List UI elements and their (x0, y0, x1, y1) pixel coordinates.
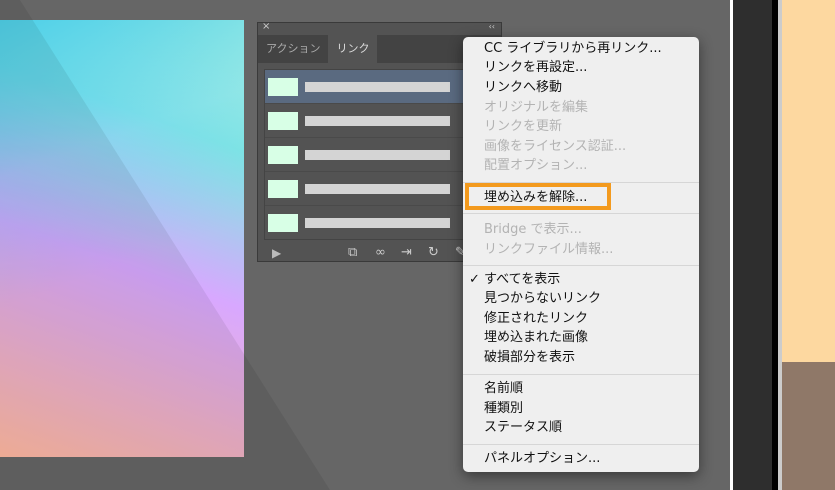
close-icon[interactable]: × (262, 21, 270, 32)
background-peach (782, 0, 835, 362)
menu-item[interactable]: リンクを再設定... (484, 58, 587, 78)
link-name (305, 217, 450, 228)
link-thumbnail (268, 111, 298, 130)
menu-item: オリジナルを編集 (484, 100, 589, 115)
menu-item[interactable]: パネルオプション... (484, 449, 600, 469)
link-name (305, 183, 450, 194)
menu-item[interactable]: CC ライブラリから再リンク... (484, 39, 662, 59)
menu-item[interactable]: 埋め込みを解除... (484, 188, 587, 208)
update-link-icon[interactable]: ↻ (428, 245, 439, 260)
menu-separator (463, 444, 699, 445)
menu-item[interactable]: すべてを表示 (484, 270, 560, 290)
menu-item[interactable]: 見つからないリンク (484, 289, 601, 309)
menu-item[interactable]: リンクへ移動 (484, 78, 562, 98)
menu-separator (463, 374, 699, 375)
link-row[interactable] (265, 206, 494, 239)
menu-item: 画像をライセンス認証... (484, 139, 627, 154)
link-thumbnail (268, 77, 298, 96)
menu-item[interactable]: ステータス順 (484, 418, 562, 438)
menu-item: Bridge で表示... (484, 222, 582, 237)
link-row[interactable] (265, 104, 494, 138)
play-icon[interactable]: ▶ (272, 246, 281, 260)
menu-item: リンクファイル情報... (484, 242, 614, 257)
link-name (305, 115, 450, 126)
panel-context-menu: ✓ CC ライブラリから再リンク... リンクを再設定... リンクへ移動オリジナル… (463, 37, 699, 472)
link-row[interactable] (265, 70, 494, 104)
menu-item[interactable]: 修正されたリンク (484, 309, 588, 329)
link-row[interactable] (265, 138, 494, 172)
menu-item: 配置オプション... (484, 158, 588, 173)
checkmark-icon: ✓ (469, 272, 480, 287)
link-name (305, 81, 450, 92)
background-brown (782, 362, 835, 490)
tab-actions[interactable]: アクション (258, 35, 328, 63)
link-name (305, 149, 450, 160)
menu-item: リンクを更新 (484, 119, 563, 134)
menu-item[interactable]: 名前順 (484, 379, 523, 399)
menu-item[interactable]: 種類別 (484, 399, 523, 419)
menu-separator (463, 213, 699, 214)
menu-item[interactable]: 破損部分を表示 (484, 348, 575, 368)
link-thumbnail (268, 213, 298, 232)
goto-link-icon[interactable]: ⇥ (401, 245, 412, 260)
collapse-icon[interactable]: ‹‹ (489, 22, 495, 31)
link-thumbnail (268, 179, 298, 198)
menu-item[interactable]: 埋め込まれた画像 (484, 328, 588, 348)
link-icon[interactable]: ∞ (375, 245, 386, 260)
side-panel-dark (733, 0, 772, 490)
tab-links[interactable]: リンク (328, 35, 378, 63)
relink-cc-icon[interactable]: ⧉ (348, 245, 357, 260)
link-thumbnail (268, 145, 298, 164)
menu-separator (463, 265, 699, 266)
link-row[interactable] (265, 172, 494, 206)
